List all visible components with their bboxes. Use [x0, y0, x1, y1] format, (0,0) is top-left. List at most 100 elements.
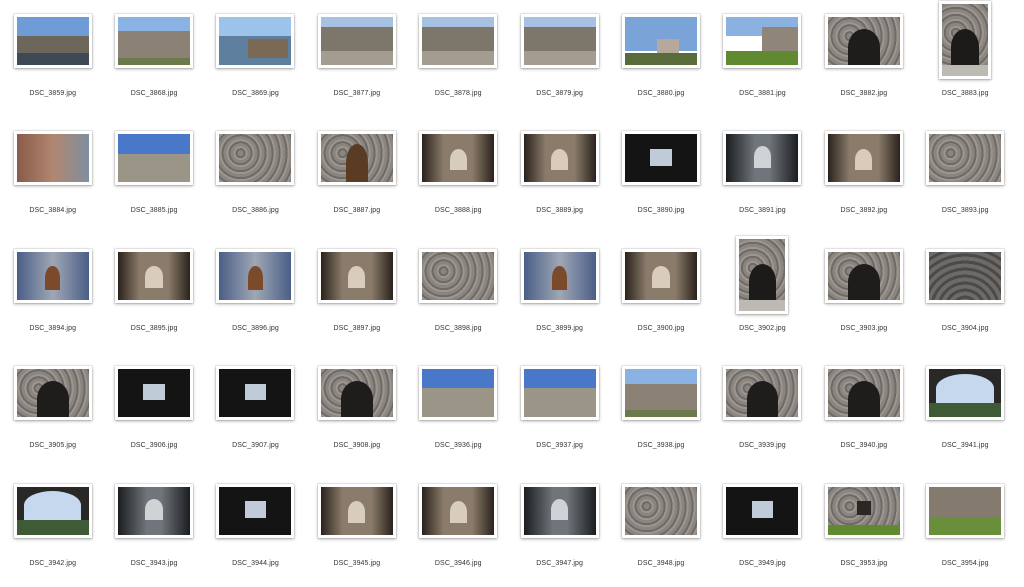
file-item[interactable]: DSC_3896.jpg: [205, 235, 306, 352]
file-thumbnail[interactable]: [216, 248, 295, 303]
file-thumbnail[interactable]: [723, 483, 802, 538]
file-item[interactable]: DSC_3906.jpg: [103, 352, 204, 469]
file-item[interactable]: DSC_3937.jpg: [509, 352, 610, 469]
file-thumbnail[interactable]: [419, 131, 498, 186]
file-thumbnail[interactable]: [824, 131, 903, 186]
file-thumbnail[interactable]: [622, 366, 701, 421]
file-item[interactable]: DSC_3898.jpg: [408, 235, 509, 352]
file-item[interactable]: DSC_3946.jpg: [408, 470, 509, 587]
file-item[interactable]: DSC_3940.jpg: [813, 352, 914, 469]
file-item[interactable]: DSC_3889.jpg: [509, 117, 610, 234]
file-item[interactable]: DSC_3869.jpg: [205, 0, 306, 117]
file-item[interactable]: DSC_3884.jpg: [2, 117, 103, 234]
file-thumbnail[interactable]: [13, 131, 92, 186]
file-item[interactable]: DSC_3899.jpg: [509, 235, 610, 352]
file-thumbnail[interactable]: [622, 14, 701, 68]
file-thumbnail[interactable]: [419, 483, 498, 538]
file-thumbnail[interactable]: [115, 248, 194, 303]
file-item[interactable]: DSC_3907.jpg: [205, 352, 306, 469]
file-thumbnail[interactable]: [622, 248, 701, 303]
file-thumbnail[interactable]: [115, 14, 194, 68]
file-item[interactable]: DSC_3883.jpg: [915, 0, 1016, 117]
file-item[interactable]: DSC_3888.jpg: [408, 117, 509, 234]
file-thumbnail[interactable]: [520, 248, 599, 303]
file-thumbnail[interactable]: [216, 131, 295, 186]
file-item[interactable]: DSC_3905.jpg: [2, 352, 103, 469]
file-item[interactable]: DSC_3891.jpg: [712, 117, 813, 234]
file-thumbnail[interactable]: [317, 248, 396, 303]
file-item[interactable]: DSC_3942.jpg: [2, 470, 103, 587]
file-item[interactable]: DSC_3936.jpg: [408, 352, 509, 469]
file-item[interactable]: DSC_3902.jpg: [712, 235, 813, 352]
file-thumbnail[interactable]: [216, 14, 295, 68]
file-thumbnail[interactable]: [824, 14, 903, 68]
file-item[interactable]: DSC_3954.jpg: [915, 470, 1016, 587]
file-thumbnail[interactable]: [723, 131, 802, 186]
file-item[interactable]: DSC_3947.jpg: [509, 470, 610, 587]
file-thumbnail[interactable]: [216, 483, 295, 538]
file-item[interactable]: DSC_3945.jpg: [306, 470, 407, 587]
file-thumbnail[interactable]: [317, 14, 396, 68]
file-item[interactable]: DSC_3882.jpg: [813, 0, 914, 117]
file-thumbnail[interactable]: [115, 131, 194, 186]
file-item[interactable]: DSC_3908.jpg: [306, 352, 407, 469]
file-thumbnail[interactable]: [926, 483, 1005, 538]
file-thumbnail[interactable]: [115, 366, 194, 421]
file-item[interactable]: DSC_3900.jpg: [610, 235, 711, 352]
file-item[interactable]: DSC_3941.jpg: [915, 352, 1016, 469]
file-thumbnail[interactable]: [736, 235, 789, 314]
file-item[interactable]: DSC_3886.jpg: [205, 117, 306, 234]
file-thumbnail[interactable]: [216, 366, 295, 421]
file-thumbnail[interactable]: [317, 366, 396, 421]
file-item[interactable]: DSC_3903.jpg: [813, 235, 914, 352]
file-item[interactable]: DSC_3939.jpg: [712, 352, 813, 469]
file-thumbnail[interactable]: [824, 366, 903, 421]
file-thumbnail[interactable]: [520, 483, 599, 538]
file-thumbnail[interactable]: [13, 366, 92, 421]
file-thumbnail[interactable]: [622, 483, 701, 538]
file-thumbnail[interactable]: [926, 248, 1005, 303]
file-thumbnail[interactable]: [13, 14, 92, 68]
file-item[interactable]: DSC_3878.jpg: [408, 0, 509, 117]
file-item[interactable]: DSC_3894.jpg: [2, 235, 103, 352]
file-thumbnail[interactable]: [419, 14, 498, 68]
file-thumbnail[interactable]: [723, 366, 802, 421]
file-item[interactable]: DSC_3868.jpg: [103, 0, 204, 117]
file-item[interactable]: DSC_3897.jpg: [306, 235, 407, 352]
file-thumbnail[interactable]: [622, 131, 701, 186]
file-item[interactable]: DSC_3904.jpg: [915, 235, 1016, 352]
file-thumbnail[interactable]: [317, 131, 396, 186]
file-thumbnail[interactable]: [520, 131, 599, 186]
file-item[interactable]: DSC_3943.jpg: [103, 470, 204, 587]
file-thumbnail[interactable]: [926, 366, 1005, 421]
file-item[interactable]: DSC_3893.jpg: [915, 117, 1016, 234]
file-thumbnail[interactable]: [419, 248, 498, 303]
file-item[interactable]: DSC_3953.jpg: [813, 470, 914, 587]
file-thumbnail[interactable]: [520, 14, 599, 68]
file-item[interactable]: DSC_3948.jpg: [610, 470, 711, 587]
file-item[interactable]: DSC_3895.jpg: [103, 235, 204, 352]
file-thumbnail[interactable]: [723, 14, 802, 68]
file-thumbnail[interactable]: [939, 1, 992, 79]
file-item[interactable]: DSC_3881.jpg: [712, 0, 813, 117]
file-item[interactable]: DSC_3938.jpg: [610, 352, 711, 469]
file-thumbnail[interactable]: [926, 131, 1005, 186]
file-item[interactable]: DSC_3892.jpg: [813, 117, 914, 234]
file-thumbnail[interactable]: [317, 483, 396, 538]
file-item[interactable]: DSC_3880.jpg: [610, 0, 711, 117]
file-thumbnail[interactable]: [13, 483, 92, 538]
file-item[interactable]: DSC_3879.jpg: [509, 0, 610, 117]
file-thumbnail[interactable]: [520, 366, 599, 421]
file-item[interactable]: DSC_3949.jpg: [712, 470, 813, 587]
file-item[interactable]: DSC_3885.jpg: [103, 117, 204, 234]
file-item[interactable]: DSC_3877.jpg: [306, 0, 407, 117]
file-item[interactable]: DSC_3890.jpg: [610, 117, 711, 234]
file-item[interactable]: DSC_3887.jpg: [306, 117, 407, 234]
file-item[interactable]: DSC_3859.jpg: [2, 0, 103, 117]
file-thumbnail[interactable]: [824, 248, 903, 303]
file-thumbnail[interactable]: [115, 483, 194, 538]
file-item[interactable]: DSC_3944.jpg: [205, 470, 306, 587]
file-thumbnail[interactable]: [824, 483, 903, 538]
file-thumbnail[interactable]: [419, 366, 498, 421]
file-thumbnail[interactable]: [13, 248, 92, 303]
